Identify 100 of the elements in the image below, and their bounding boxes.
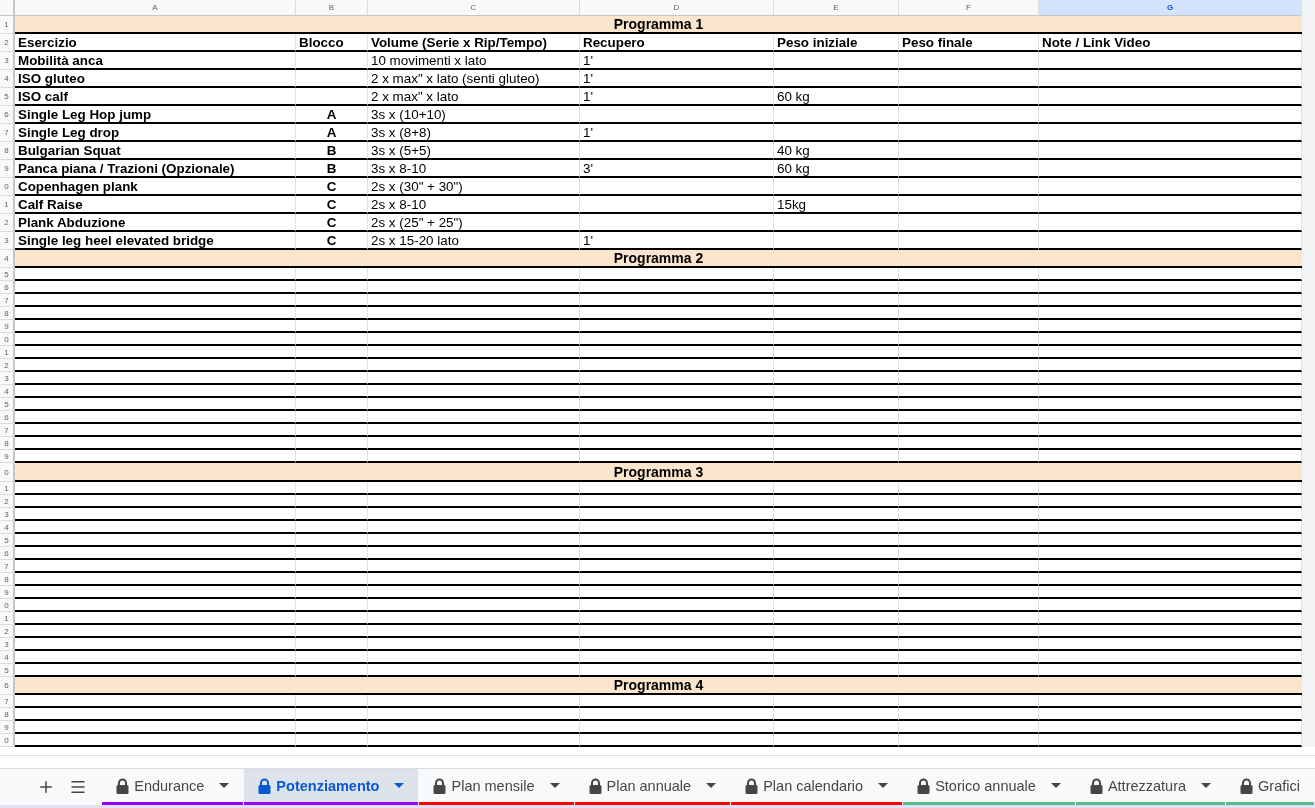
table-cell: 15kg — [774, 196, 899, 214]
row-number[interactable]: 8 — [0, 708, 15, 721]
lock-icon — [917, 777, 931, 794]
table-cell — [296, 307, 368, 320]
row-number[interactable]: 6 — [0, 106, 15, 124]
row-number[interactable]: 7 — [0, 124, 15, 142]
column-header[interactable]: D — [580, 0, 774, 16]
row-number[interactable]: 6 — [0, 281, 15, 294]
table-cell — [296, 573, 368, 586]
row-number[interactable]: 6 — [0, 677, 15, 695]
sheet-tab[interactable]: Plan calendario — [731, 769, 903, 805]
table-cell: 1' — [580, 124, 774, 142]
row-number[interactable]: 4 — [0, 70, 15, 88]
row-number[interactable]: 9 — [0, 320, 15, 333]
lock-icon — [1089, 777, 1103, 794]
table-cell: ISO gluteo — [15, 70, 296, 88]
table-cell — [296, 560, 368, 573]
menu-icon — [69, 778, 88, 796]
table-cell — [296, 320, 368, 333]
column-header[interactable]: E — [774, 0, 899, 16]
table-cell — [296, 346, 368, 359]
sheet-tab[interactable]: Plan annuale — [574, 769, 731, 805]
section-title: Programma 1 — [613, 16, 704, 32]
row-number[interactable]: 4 — [0, 250, 15, 268]
row-number[interactable]: 1 — [0, 196, 15, 214]
table-cell: 2s x (30" + 30") — [368, 178, 580, 196]
table-cell — [296, 88, 368, 106]
row-number[interactable]: 4 — [0, 385, 15, 398]
row-number[interactable]: 4 — [0, 651, 15, 664]
row-number[interactable]: 3 — [0, 232, 15, 250]
table-cell: Single Leg Hop jump — [15, 106, 296, 124]
table-cell: Bulgarian Squat — [15, 142, 296, 160]
column-header[interactable]: A — [15, 0, 296, 16]
table-cell — [296, 586, 368, 599]
column-header[interactable]: F — [899, 0, 1039, 16]
sheet-tab[interactable]: Attrezzatura — [1075, 769, 1226, 805]
row-number[interactable]: 0 — [0, 599, 15, 612]
row-number[interactable]: 3 — [0, 638, 15, 651]
row-number[interactable]: 1 — [0, 346, 15, 359]
lock-icon — [745, 777, 759, 794]
row-number[interactable]: 5 — [0, 534, 15, 547]
row-number[interactable]: 2 — [0, 495, 15, 508]
row-number[interactable]: 2 — [0, 359, 15, 372]
row-number[interactable]: 0 — [0, 463, 15, 482]
row-number[interactable]: 6 — [0, 547, 15, 560]
row-number[interactable]: 3 — [0, 508, 15, 521]
row-number[interactable]: 1 — [0, 16, 15, 34]
caret-icon — [1201, 783, 1212, 788]
row-number[interactable]: 8 — [0, 142, 15, 160]
row-number[interactable]: 9 — [0, 721, 15, 734]
sheet-tab[interactable]: Plan mensile — [419, 769, 574, 805]
table-cell — [296, 508, 368, 521]
row-number[interactable]: 7 — [0, 424, 15, 437]
table-cell: Plank Abduzione — [15, 214, 296, 232]
row-number[interactable]: 8 — [0, 573, 15, 586]
caret-icon — [219, 783, 230, 788]
row-number[interactable]: 9 — [0, 160, 15, 178]
row-number[interactable]: 5 — [0, 664, 15, 677]
row-number[interactable]: 9 — [0, 450, 15, 463]
table-cell: 3s x (8+8) — [368, 124, 580, 142]
column-header[interactable]: G — [1039, 0, 1302, 16]
row-number[interactable]: 0 — [0, 178, 15, 196]
row-number[interactable]: 7 — [0, 294, 15, 307]
sheet-tab[interactable]: Grafici — [1226, 769, 1314, 805]
column-header[interactable]: B — [296, 0, 368, 16]
sheet-tab[interactable]: Storico annuale — [903, 769, 1075, 805]
row-number[interactable]: 7 — [0, 695, 15, 708]
caret-icon — [394, 783, 405, 788]
row-number[interactable]: 3 — [0, 52, 15, 70]
row-number[interactable]: 8 — [0, 437, 15, 450]
row-number[interactable]: 2 — [0, 214, 15, 232]
row-number[interactable]: 8 — [0, 307, 15, 320]
row-number[interactable]: 0 — [0, 734, 15, 747]
table-cell — [296, 372, 368, 385]
row-number[interactable]: 5 — [0, 268, 15, 281]
row-number[interactable]: 4 — [0, 521, 15, 534]
row-number[interactable]: 9 — [0, 586, 15, 599]
table-cell — [296, 495, 368, 508]
table-cell: C — [296, 196, 368, 214]
row-number[interactable]: 6 — [0, 411, 15, 424]
row-number[interactable]: 0 — [0, 333, 15, 346]
row-number[interactable]: 7 — [0, 560, 15, 573]
row-number[interactable]: 1 — [0, 612, 15, 625]
row-number[interactable]: 3 — [0, 372, 15, 385]
column-header[interactable]: C — [368, 0, 580, 16]
row-number[interactable]: 5 — [0, 398, 15, 411]
caret-icon — [1050, 783, 1061, 788]
table-cell — [296, 721, 368, 734]
table-cell: 2s x 8-10 — [368, 196, 580, 214]
row-number[interactable]: 2 — [0, 625, 15, 638]
table-cell — [296, 437, 368, 450]
table-cell — [296, 482, 368, 495]
table-cell — [296, 734, 368, 747]
row-number[interactable]: 5 — [0, 88, 15, 106]
table-cell: C — [296, 214, 368, 232]
table-cell — [296, 612, 368, 625]
row-number[interactable]: 2 — [0, 34, 15, 52]
row-number[interactable]: 1 — [0, 482, 15, 495]
table-cell: 60 kg — [774, 88, 899, 106]
sheet-tab[interactable]: Potenziamento — [244, 769, 419, 805]
